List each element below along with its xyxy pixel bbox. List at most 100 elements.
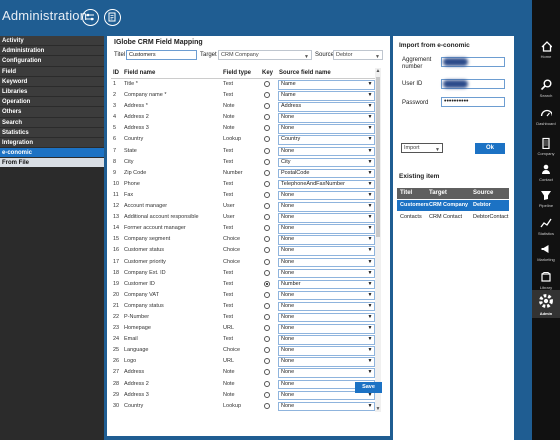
key-radio[interactable] bbox=[264, 92, 270, 99]
source-field-select[interactable]: None ▼ bbox=[278, 324, 375, 334]
nav-pipeline-button[interactable]: Pipeline bbox=[532, 186, 560, 214]
key-radio[interactable] bbox=[264, 280, 270, 287]
key-radio[interactable] bbox=[264, 358, 270, 365]
key-radio[interactable] bbox=[264, 369, 270, 376]
source-field-select[interactable]: None ▼ bbox=[278, 146, 375, 157]
source-field-select[interactable]: None ▼ bbox=[278, 312, 375, 323]
scroll-up-icon[interactable]: ▲ bbox=[375, 68, 381, 74]
save-button[interactable]: Save bbox=[355, 382, 382, 393]
source-field-select[interactable]: None ▼ bbox=[278, 335, 375, 345]
key-radio[interactable] bbox=[264, 258, 270, 265]
key-radio[interactable] bbox=[264, 169, 270, 176]
source-field-select[interactable]: None ▼ bbox=[278, 290, 375, 301]
key-radio[interactable] bbox=[264, 347, 270, 354]
nav-item-e-conomic[interactable]: e-conomic bbox=[0, 148, 104, 159]
nav-item-libraries[interactable]: Libraries bbox=[0, 86, 104, 98]
key-radio[interactable] bbox=[264, 203, 270, 210]
existing-row[interactable]: Customers CRM Company Debtor bbox=[397, 200, 509, 211]
source-field-select[interactable]: None ▼ bbox=[278, 257, 375, 267]
source-field-select[interactable]: Name ▼ bbox=[278, 80, 375, 90]
nav-search-button[interactable]: Search bbox=[532, 76, 560, 104]
nav-company-button[interactable]: Company bbox=[532, 134, 560, 162]
source-field-select[interactable]: None ▼ bbox=[278, 268, 375, 279]
nav-marketing-button[interactable]: Marketing bbox=[532, 240, 560, 268]
row-field-type: Text bbox=[223, 280, 234, 287]
source-select[interactable]: Debtor ▼ bbox=[333, 50, 383, 60]
source-field-select[interactable]: None ▼ bbox=[278, 113, 375, 123]
key-radio[interactable] bbox=[264, 214, 270, 221]
scrollbar-thumb[interactable] bbox=[376, 77, 380, 237]
existing-row[interactable]: Contacts CRM Contact DebtorContact bbox=[397, 212, 509, 223]
key-radio[interactable] bbox=[264, 313, 270, 320]
nav-item-search[interactable]: Search bbox=[0, 117, 104, 128]
source-field-select[interactable]: None ▼ bbox=[278, 235, 375, 245]
source-field-select[interactable]: None ▼ bbox=[278, 401, 375, 412]
nav-item-keyword[interactable]: Keyword bbox=[0, 76, 104, 87]
key-radio[interactable] bbox=[264, 147, 270, 154]
nav-item-operation[interactable]: Operation bbox=[0, 97, 104, 108]
source-field-select[interactable]: None ▼ bbox=[278, 246, 375, 256]
nav-home-button[interactable]: Home bbox=[532, 37, 560, 65]
source-field-select[interactable]: None ▼ bbox=[278, 346, 375, 356]
source-field-select[interactable]: Name ▼ bbox=[278, 91, 375, 101]
nav-contact-button[interactable]: Contact bbox=[532, 160, 560, 188]
key-radio[interactable] bbox=[264, 402, 270, 409]
source-field-select[interactable]: PostalCode ▼ bbox=[278, 168, 375, 179]
nav-item-activity[interactable]: Activity bbox=[0, 36, 104, 47]
action-select[interactable]: Import ▼ bbox=[401, 143, 443, 153]
source-field-select[interactable]: None ▼ bbox=[278, 368, 375, 378]
key-radio[interactable] bbox=[264, 103, 270, 110]
nav-item-statistics[interactable]: Statistics bbox=[0, 127, 104, 138]
key-radio[interactable] bbox=[264, 247, 270, 254]
source-field-select[interactable]: None ▼ bbox=[278, 213, 375, 223]
grid-scrollbar[interactable]: ▲ ▼ bbox=[375, 68, 381, 412]
ok-button[interactable]: Ok bbox=[475, 143, 505, 154]
source-field-select[interactable]: Address ▼ bbox=[278, 102, 375, 112]
nav-item-field[interactable]: Field bbox=[0, 66, 104, 77]
key-radio[interactable] bbox=[264, 380, 270, 387]
nav-dashboard-button[interactable]: Dashboard bbox=[532, 104, 560, 132]
source-field-select[interactable]: TelephoneAndFaxNumber ▼ bbox=[278, 179, 375, 190]
key-radio[interactable] bbox=[264, 81, 270, 87]
key-radio[interactable] bbox=[264, 158, 270, 165]
nav-item-from-file[interactable]: From File bbox=[0, 158, 104, 169]
nav-item-configuration[interactable]: Configuration bbox=[0, 56, 104, 67]
key-radio[interactable] bbox=[264, 336, 270, 343]
key-radio[interactable] bbox=[264, 391, 270, 398]
settings-sliders-icon[interactable] bbox=[82, 9, 99, 26]
source-field-select[interactable]: None ▼ bbox=[278, 301, 375, 312]
nav-admin-button[interactable]: Admin bbox=[532, 290, 560, 318]
source-field-select[interactable]: None ▼ bbox=[278, 357, 375, 367]
key-radio[interactable] bbox=[264, 180, 270, 187]
password-input[interactable]: •••••••••• bbox=[441, 97, 505, 107]
mapping-grid: ID Field name Field type Key Source fiel… bbox=[111, 68, 383, 412]
source-field-select[interactable]: None ▼ bbox=[278, 224, 375, 234]
row-field-type: Text bbox=[223, 81, 234, 87]
nav-item-integration[interactable]: Integration bbox=[0, 137, 104, 149]
target-select[interactable]: CRM Company ▼ bbox=[218, 50, 312, 60]
source-field-select[interactable]: Number ▼ bbox=[278, 279, 375, 290]
key-radio[interactable] bbox=[264, 236, 270, 243]
row-field-type: Lookup bbox=[223, 136, 242, 143]
scroll-down-icon[interactable]: ▼ bbox=[375, 406, 381, 412]
nav-item-others[interactable]: Others bbox=[0, 107, 104, 118]
key-radio[interactable] bbox=[264, 225, 270, 232]
source-field-select[interactable]: None ▼ bbox=[278, 202, 375, 212]
source-field-select[interactable]: None ▼ bbox=[278, 124, 375, 134]
source-field-select[interactable]: Country ▼ bbox=[278, 135, 375, 145]
source-field-select[interactable]: City ▼ bbox=[278, 157, 375, 168]
key-radio[interactable] bbox=[264, 125, 270, 132]
key-radio[interactable] bbox=[264, 114, 270, 121]
nav-item-administration[interactable]: Administration bbox=[0, 46, 104, 57]
key-radio[interactable] bbox=[264, 302, 270, 309]
key-radio[interactable] bbox=[264, 136, 270, 143]
key-radio[interactable] bbox=[264, 291, 270, 298]
document-icon[interactable] bbox=[104, 9, 121, 26]
titel-input[interactable]: Customers bbox=[126, 50, 197, 60]
nav-statistics-button[interactable]: Statistics bbox=[532, 214, 560, 242]
source-field-select[interactable]: None ▼ bbox=[278, 190, 375, 201]
table-row: 18 Company Ext. ID Text None ▼ bbox=[111, 268, 377, 279]
key-radio[interactable] bbox=[264, 325, 270, 332]
key-radio[interactable] bbox=[264, 269, 270, 276]
key-radio[interactable] bbox=[264, 191, 270, 198]
